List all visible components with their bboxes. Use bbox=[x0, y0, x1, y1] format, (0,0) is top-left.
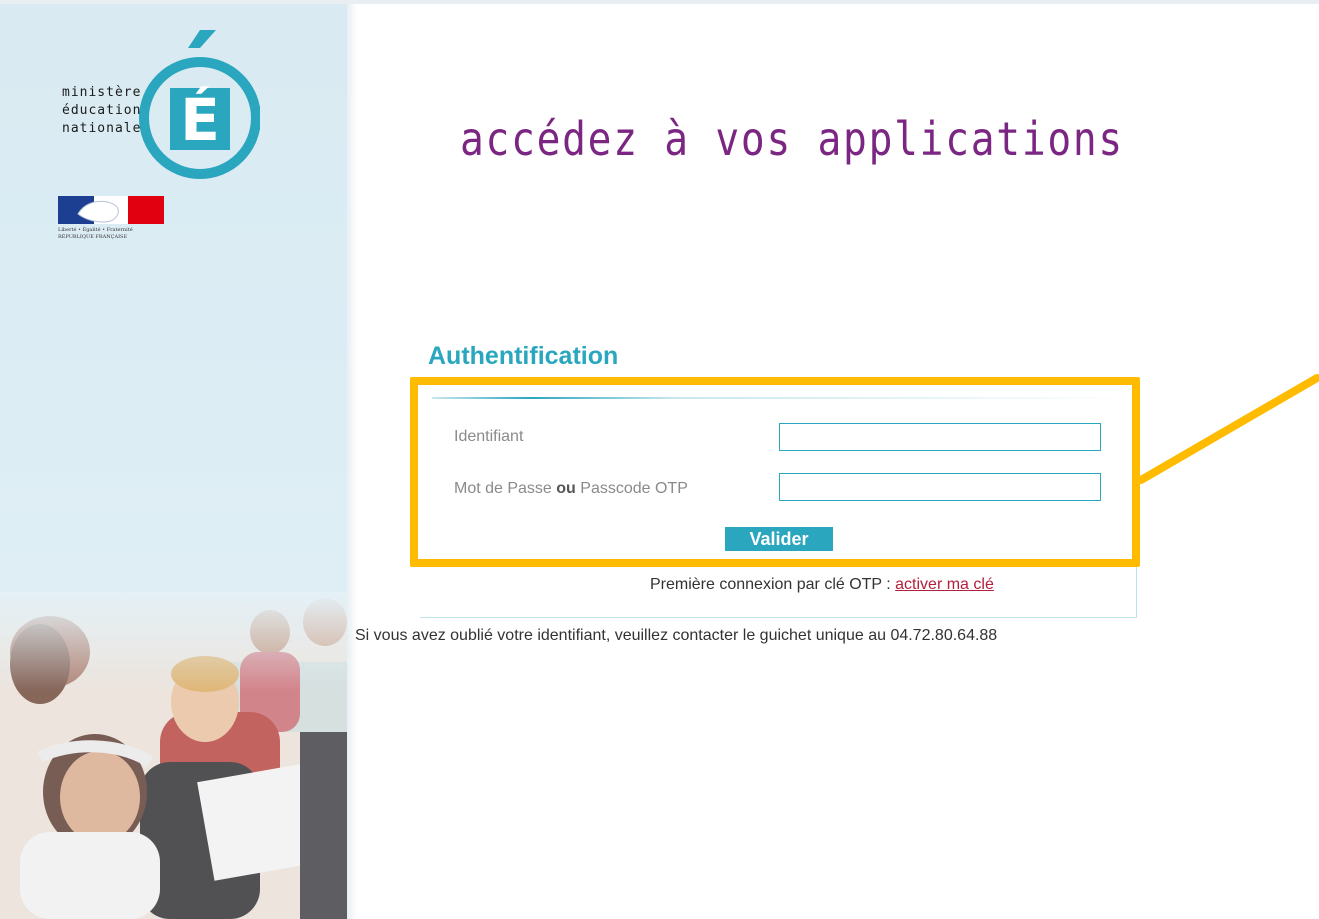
logo-line-2: éducation bbox=[62, 103, 142, 118]
ministry-logo: É ministère éducation nationale bbox=[60, 26, 261, 186]
logo-letter: É bbox=[180, 85, 220, 154]
students-photo bbox=[0, 592, 347, 919]
activate-key-link[interactable]: activer ma clé bbox=[895, 576, 994, 593]
republic-motto: Liberté • Égalité • Fraternité bbox=[58, 227, 133, 233]
sidebar: É ministère éducation nationale Liberté … bbox=[0, 4, 347, 919]
otp-activation-line: Première connexion par clé OTP : activer… bbox=[650, 576, 994, 594]
auth-title: Authentification bbox=[428, 342, 619, 370]
page: É ministère éducation nationale Liberté … bbox=[0, 0, 1319, 919]
republique-francaise-logo: Liberté • Égalité • Fraternité RÉPUBLIQU… bbox=[58, 194, 168, 254]
marianne-flag-icon bbox=[58, 196, 164, 224]
otp-text: Première connexion par clé OTP : bbox=[650, 576, 896, 593]
logo-line-3: nationale bbox=[62, 121, 142, 136]
republic-name: RÉPUBLIQUE FRANÇAISE bbox=[58, 234, 128, 240]
highlight-arrow-icon bbox=[1139, 374, 1319, 484]
help-text: Si vous avez oublié votre identifiant, v… bbox=[355, 627, 998, 644]
logo-line-1: ministère bbox=[62, 85, 142, 100]
sidebar-edge bbox=[347, 4, 357, 919]
highlight-frame bbox=[410, 377, 1140, 567]
logo-text: ministère éducation nationale bbox=[62, 84, 141, 138]
page-headline: accédez à vos applications bbox=[460, 112, 1124, 166]
republic-caption: Liberté • Égalité • Fraternité RÉPUBLIQU… bbox=[58, 227, 168, 241]
